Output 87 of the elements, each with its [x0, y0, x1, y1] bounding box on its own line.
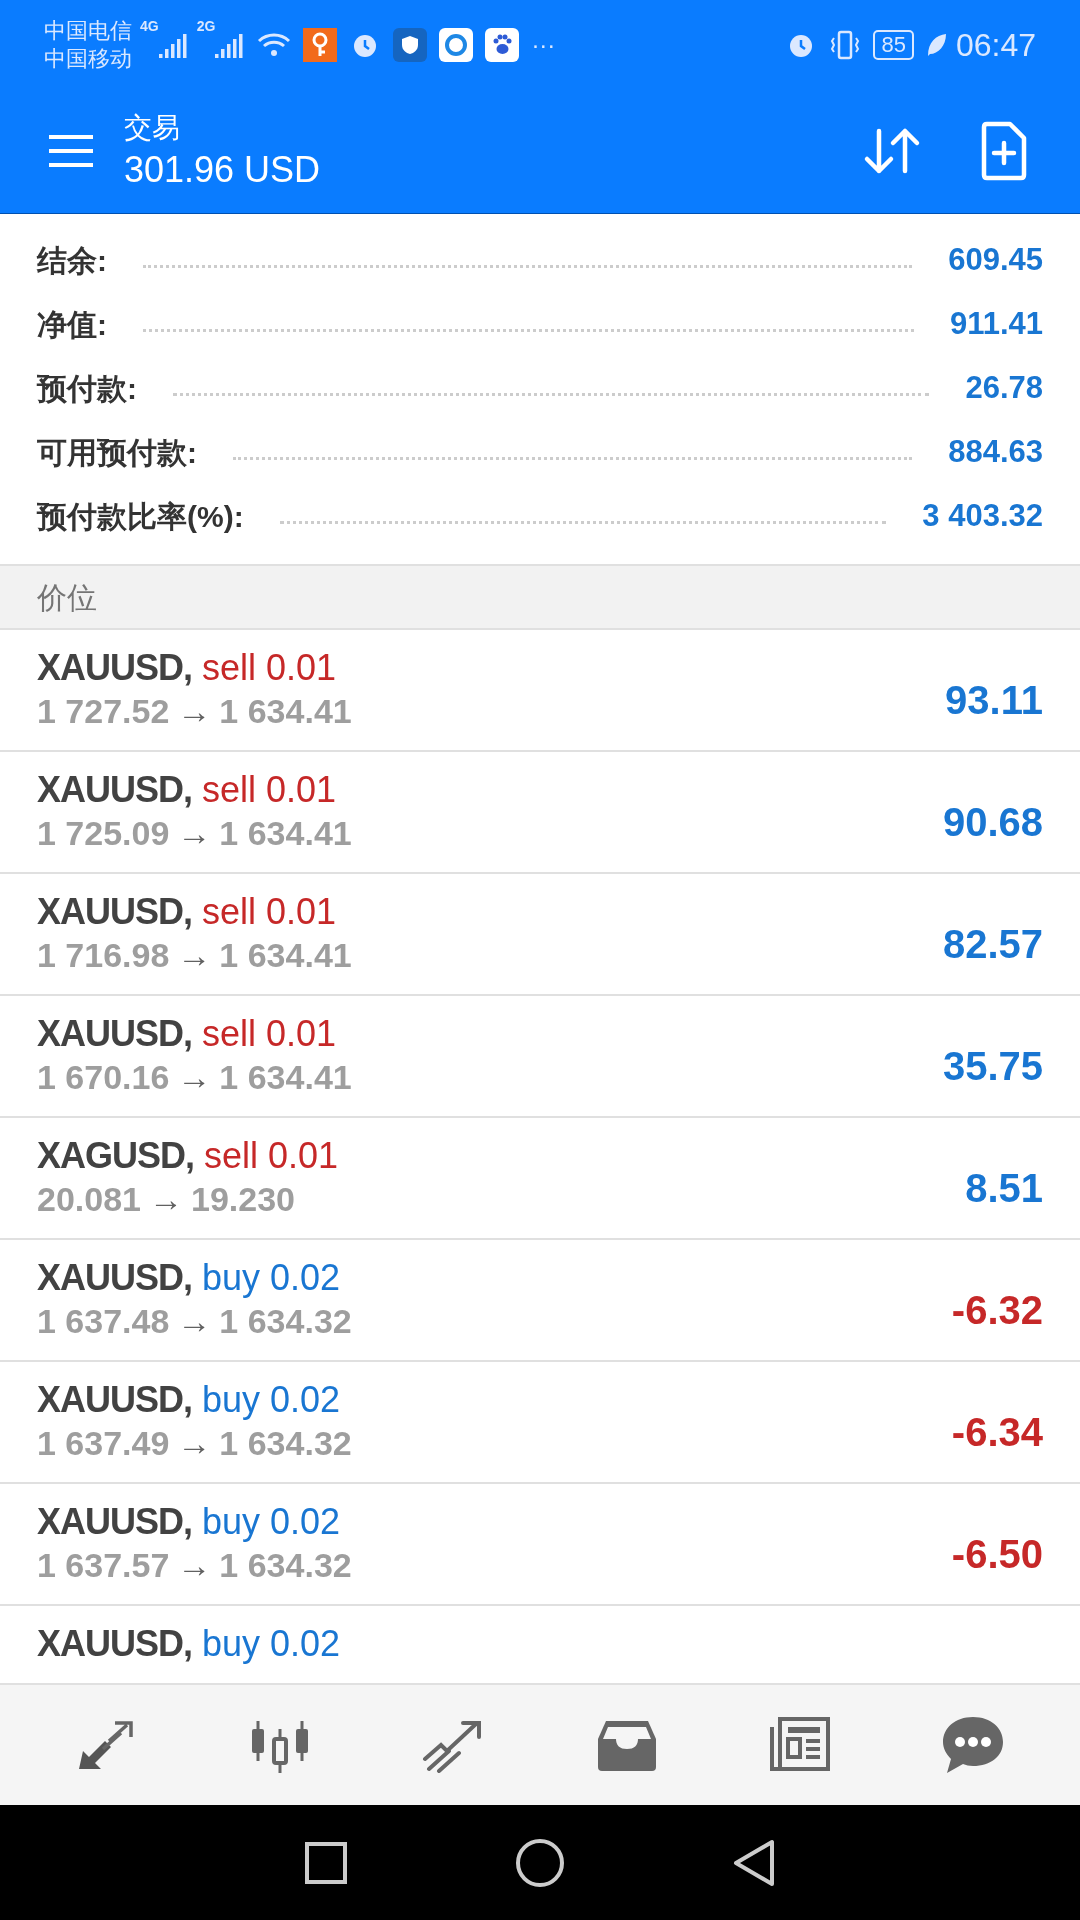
arrow-sign: →	[177, 935, 212, 976]
clock-time: 06:47	[955, 25, 1036, 65]
order-type: sell 0.01	[202, 1012, 337, 1056]
sort-arrows-icon	[863, 127, 921, 175]
arrow-sign: →	[177, 1423, 212, 1464]
open-price: 1 670.16	[37, 1057, 170, 1098]
account-balance: 301.96 USD	[124, 148, 321, 192]
symbol: XAUUSD,	[37, 1012, 193, 1056]
shield-app-icon	[393, 27, 428, 62]
key-app-icon	[303, 27, 338, 62]
profit-value: 90.68	[942, 799, 1043, 846]
profit-value: -6.34	[951, 1409, 1043, 1456]
current-price: 1 634.32	[219, 1301, 352, 1342]
summary-value: 609.45	[948, 240, 1043, 279]
summary-label: 可用预付款:	[37, 434, 197, 471]
signal-icon	[215, 31, 246, 58]
symbol: XAUUSD,	[37, 890, 193, 934]
open-price: 1 637.48	[37, 1301, 170, 1342]
arrow-sign: →	[177, 691, 212, 732]
profit-value: -6.50	[951, 1531, 1043, 1578]
open-price: 20.081	[37, 1179, 141, 1220]
profit-value: 35.75	[942, 1043, 1043, 1090]
battery-indicator: 85	[873, 29, 914, 60]
order-type: sell 0.01	[202, 890, 337, 934]
back-icon[interactable]	[732, 1838, 777, 1887]
wifi-icon	[257, 31, 292, 58]
summary-label: 净值:	[37, 306, 107, 343]
arrow-sign: →	[149, 1179, 183, 1220]
order-type: sell 0.01	[202, 768, 337, 812]
more-notifications: ···	[531, 29, 556, 60]
symbol: XAUUSD,	[37, 1256, 193, 1300]
arrow-sign: →	[177, 813, 212, 854]
carrier-name: 中国移动	[44, 44, 132, 73]
leaf-icon	[925, 31, 948, 58]
current-price: 1 634.32	[219, 1545, 352, 1586]
open-price: 1 727.52	[37, 691, 170, 732]
profit-value: 93.11	[945, 677, 1043, 724]
order-type: buy 0.02	[202, 1500, 341, 1544]
summary-value: 3 403.32	[922, 496, 1043, 535]
profit-value: 8.51	[965, 1165, 1043, 1212]
profit-value: -6.32	[951, 1287, 1043, 1334]
order-type: buy 0.02	[202, 1378, 341, 1422]
document-plus-icon	[980, 121, 1028, 181]
summary-value: 911.41	[949, 304, 1043, 343]
summary-label: 结余:	[37, 242, 107, 279]
vibrate-icon	[829, 28, 862, 61]
open-price: 1 725.09	[37, 813, 170, 854]
network-type: 4G	[140, 17, 159, 36]
browser-app-icon	[439, 27, 474, 62]
current-price: 19.230	[191, 1179, 295, 1220]
symbol: XAUUSD,	[37, 1622, 193, 1666]
summary-value: 26.78	[965, 368, 1043, 407]
arrow-sign: →	[177, 1301, 212, 1342]
open-price: 1 716.98	[37, 935, 170, 976]
home-icon[interactable]	[515, 1837, 565, 1888]
order-type: buy 0.02	[202, 1256, 341, 1300]
menu-icon	[47, 134, 95, 168]
section-header: 价位	[0, 566, 1080, 630]
summary-label: 预付款:	[37, 370, 137, 407]
current-price: 1 634.32	[219, 1423, 352, 1464]
arrow-sign: →	[177, 1545, 212, 1586]
newspaper-icon	[769, 1717, 830, 1773]
carrier-name: 中国电信	[44, 16, 132, 45]
signal-icon	[158, 31, 189, 58]
open-price: 1 637.57	[37, 1545, 170, 1586]
order-type: sell 0.01	[204, 1134, 339, 1178]
symbol: XAUUSD,	[37, 1378, 193, 1422]
current-price: 1 634.41	[219, 935, 352, 976]
recent-apps-icon[interactable]	[303, 1840, 348, 1885]
symbol: XAUUSD,	[37, 768, 193, 812]
page-title: 交易	[124, 111, 181, 145]
symbol: XAGUSD,	[37, 1134, 195, 1178]
network-type: 2G	[196, 17, 216, 36]
summary-label: 预付款比率(%):	[37, 498, 244, 535]
order-type: sell 0.01	[202, 646, 337, 690]
paw-app-icon	[485, 27, 520, 62]
summary-value: 884.63	[948, 432, 1043, 471]
current-price: 1 634.41	[219, 1057, 352, 1098]
chat-bubble-icon	[941, 1715, 1006, 1775]
current-price: 1 634.41	[219, 813, 352, 854]
profit-value: 82.57	[942, 921, 1043, 968]
symbol: XAUUSD,	[37, 646, 193, 690]
current-price: 1 634.41	[219, 691, 352, 732]
order-type: buy 0.02	[202, 1622, 341, 1666]
arrow-sign: →	[177, 1057, 212, 1098]
open-price: 1 637.49	[37, 1423, 170, 1464]
symbol: XAUUSD,	[37, 1500, 193, 1544]
